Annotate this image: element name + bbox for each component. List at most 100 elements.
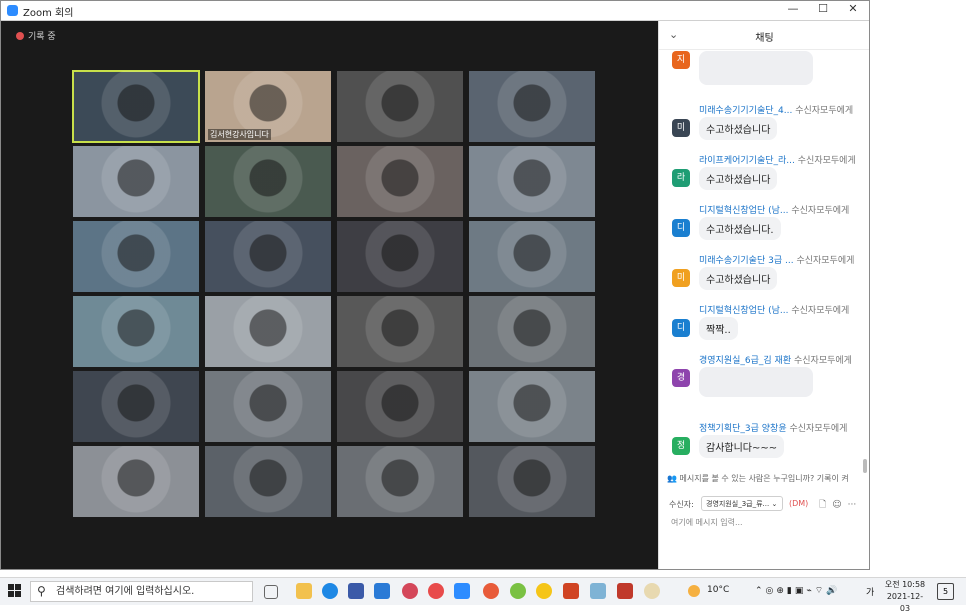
recipient-scope: 수신자모두에게 (797, 156, 856, 166)
video-tile[interactable] (337, 296, 463, 367)
video-tile[interactable] (337, 221, 463, 292)
chat-message: 지 (671, 51, 861, 97)
chat-scrollbar[interactable] (863, 459, 867, 473)
video-tile[interactable] (73, 371, 199, 442)
weather-icon (688, 585, 700, 597)
app-icon-sync[interactable] (428, 583, 444, 599)
message-bubble[interactable] (699, 51, 813, 85)
video-tile[interactable] (469, 71, 595, 142)
chat-notice[interactable]: 👥 메시지를 볼 수 있는 사람은 누구입니까? 기록이 켜 (667, 473, 867, 484)
sender-name[interactable]: 미래수송기기술단 3급 ... 수신자모두에게 (699, 253, 854, 266)
video-tile[interactable] (469, 371, 595, 442)
sender-label: 라이프케어기기술단_라... (699, 156, 795, 166)
sender-label: 미래수송기기기술단_4... (699, 106, 793, 116)
sender-name[interactable]: 정책기획단_3급 양창윤 수신자모두에게 (699, 421, 847, 434)
minimize-button[interactable]: — (778, 2, 808, 19)
participant-video (73, 71, 199, 142)
video-tile[interactable] (73, 146, 199, 217)
recipient-scope: 수신자모두에게 (796, 256, 855, 266)
ime-indicator[interactable]: 가 (866, 585, 874, 598)
powerpoint-icon[interactable] (563, 583, 579, 599)
zoom-taskbar-icon[interactable] (454, 583, 470, 599)
app-icon-blue[interactable] (590, 583, 606, 599)
video-tile[interactable] (205, 446, 331, 517)
sender-label: 디지털혁신창업단 (남... (699, 306, 789, 316)
sender-name[interactable]: 디지털혁신창업단 (남... 수신자모두에게 (699, 203, 849, 216)
sender-name[interactable]: 경영지원실_6급_김 재환 수신자모두에게 (699, 353, 852, 366)
recipient-select[interactable]: 경영지원실_3급_류... ⌄ (701, 496, 783, 511)
sender-avatar: 정 (672, 437, 690, 455)
tray-icons[interactable]: ⌃◎⊕▮▣⌁⌔🔊 (755, 585, 840, 596)
sender-avatar: 디 (672, 219, 690, 237)
emoji-icon[interactable]: ☺ (832, 500, 841, 510)
participant-video (469, 146, 595, 217)
video-tile[interactable] (73, 296, 199, 367)
windows-start-icon[interactable] (8, 584, 22, 598)
message-input[interactable]: 여기에 메시지 입력... (671, 517, 743, 528)
store-icon[interactable] (348, 583, 364, 599)
chat-message: 정 정책기획단_3급 양창윤 수신자모두에게 감사합니다~~~ (671, 421, 861, 467)
participant-video (337, 446, 463, 517)
message-bubble[interactable]: 수고하셨습니다 (699, 167, 778, 190)
kakaotalk-icon[interactable] (536, 583, 552, 599)
video-tile[interactable]: 김서현강사입니다 (205, 71, 331, 142)
video-tile[interactable] (337, 71, 463, 142)
mail-icon[interactable] (374, 583, 390, 599)
taskbar: ⚲ 검색하려면 여기에 입력하십시오. 10°C ⌃◎⊕▮▣⌁⌔🔊 가 오전 1… (0, 577, 966, 613)
video-tile[interactable] (73, 446, 199, 517)
video-tile[interactable] (469, 221, 595, 292)
video-tile[interactable] (469, 296, 595, 367)
video-tile[interactable] (337, 446, 463, 517)
close-button[interactable]: ✕ (838, 2, 868, 19)
participant-video (337, 371, 463, 442)
video-tile[interactable] (337, 146, 463, 217)
meeting-area: 기록 중 김서현강사입니다 (1, 21, 658, 569)
zoom-window: Zoom 회의 — ☐ ✕ 기록 중 김서현강사입니다 ⌄ 채팅 지 미 미래수송기… (0, 0, 870, 570)
message-bubble[interactable]: 짝짝.. (699, 317, 738, 340)
dm-label: (DM) (789, 499, 809, 508)
video-tile[interactable] (73, 221, 199, 292)
weather-temp[interactable]: 10°C (707, 585, 729, 595)
file-explorer-icon[interactable] (296, 583, 312, 599)
chrome-icon[interactable] (483, 583, 499, 599)
video-tile[interactable] (205, 371, 331, 442)
file-icon[interactable]: 🗋 (819, 500, 826, 510)
video-tile[interactable] (469, 146, 595, 217)
app-icon-green[interactable] (510, 583, 526, 599)
chat-header: ⌄ 채팅 (659, 21, 869, 50)
recipient-scope: 수신자모두에게 (791, 306, 850, 316)
video-tile[interactable] (469, 446, 595, 517)
sender-avatar: 미 (672, 119, 690, 137)
sender-avatar: 디 (672, 319, 690, 337)
participant-video (205, 146, 331, 217)
task-view-icon[interactable] (264, 585, 278, 599)
notification-button[interactable]: 5 (937, 583, 954, 600)
search-icon: ⚲ (37, 584, 46, 598)
app-icon-dark-red[interactable] (617, 583, 633, 599)
clock[interactable]: 오전 10:58 2021-12-03 (882, 579, 928, 615)
window-title: Zoom 회의 (23, 8, 74, 19)
app-icon-character[interactable] (644, 583, 660, 599)
video-tile[interactable] (72, 70, 200, 143)
edge-icon[interactable] (322, 583, 338, 599)
message-bubble[interactable]: 수고하셨습니다. (699, 217, 781, 240)
video-tile[interactable] (337, 371, 463, 442)
sender-name[interactable]: 미래수송기기기술단_4... 수신자모두에게 (699, 103, 853, 116)
message-bubble[interactable]: 수고하셨습니다 (699, 117, 778, 140)
sender-name[interactable]: 디지털혁신창업단 (남... 수신자모두에게 (699, 303, 849, 316)
more-icon[interactable]: ··· (848, 500, 857, 510)
message-bubble[interactable] (699, 367, 813, 397)
app-icon-red[interactable] (402, 583, 418, 599)
video-tile[interactable] (205, 296, 331, 367)
sender-name[interactable]: 라이프케어기기술단_라... 수신자모두에게 (699, 153, 856, 166)
message-bubble[interactable]: 감사합니다~~~ (699, 435, 785, 458)
sender-label: 디지털혁신창업단 (남... (699, 206, 789, 216)
video-tile[interactable] (205, 146, 331, 217)
video-tile[interactable] (205, 221, 331, 292)
participant-video (205, 296, 331, 367)
taskbar-search-input[interactable]: ⚲ 검색하려면 여기에 입력하십시오. (30, 581, 253, 602)
participant-video (469, 446, 595, 517)
message-bubble[interactable]: 수고하셨습니다 (699, 267, 778, 290)
maximize-button[interactable]: ☐ (808, 2, 838, 19)
participant-video (73, 221, 199, 292)
